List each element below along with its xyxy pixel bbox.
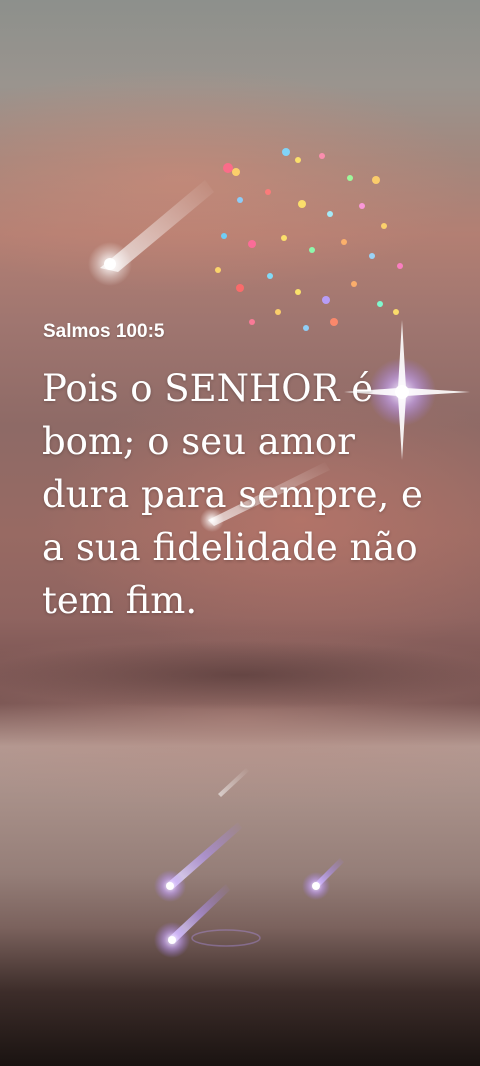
verse-reference: Salmos 100:5 <box>43 321 165 342</box>
dark-cloud-band <box>0 640 480 710</box>
verse-text: Pois o SENHOR é bom; o seu amor dura par… <box>42 367 423 622</box>
